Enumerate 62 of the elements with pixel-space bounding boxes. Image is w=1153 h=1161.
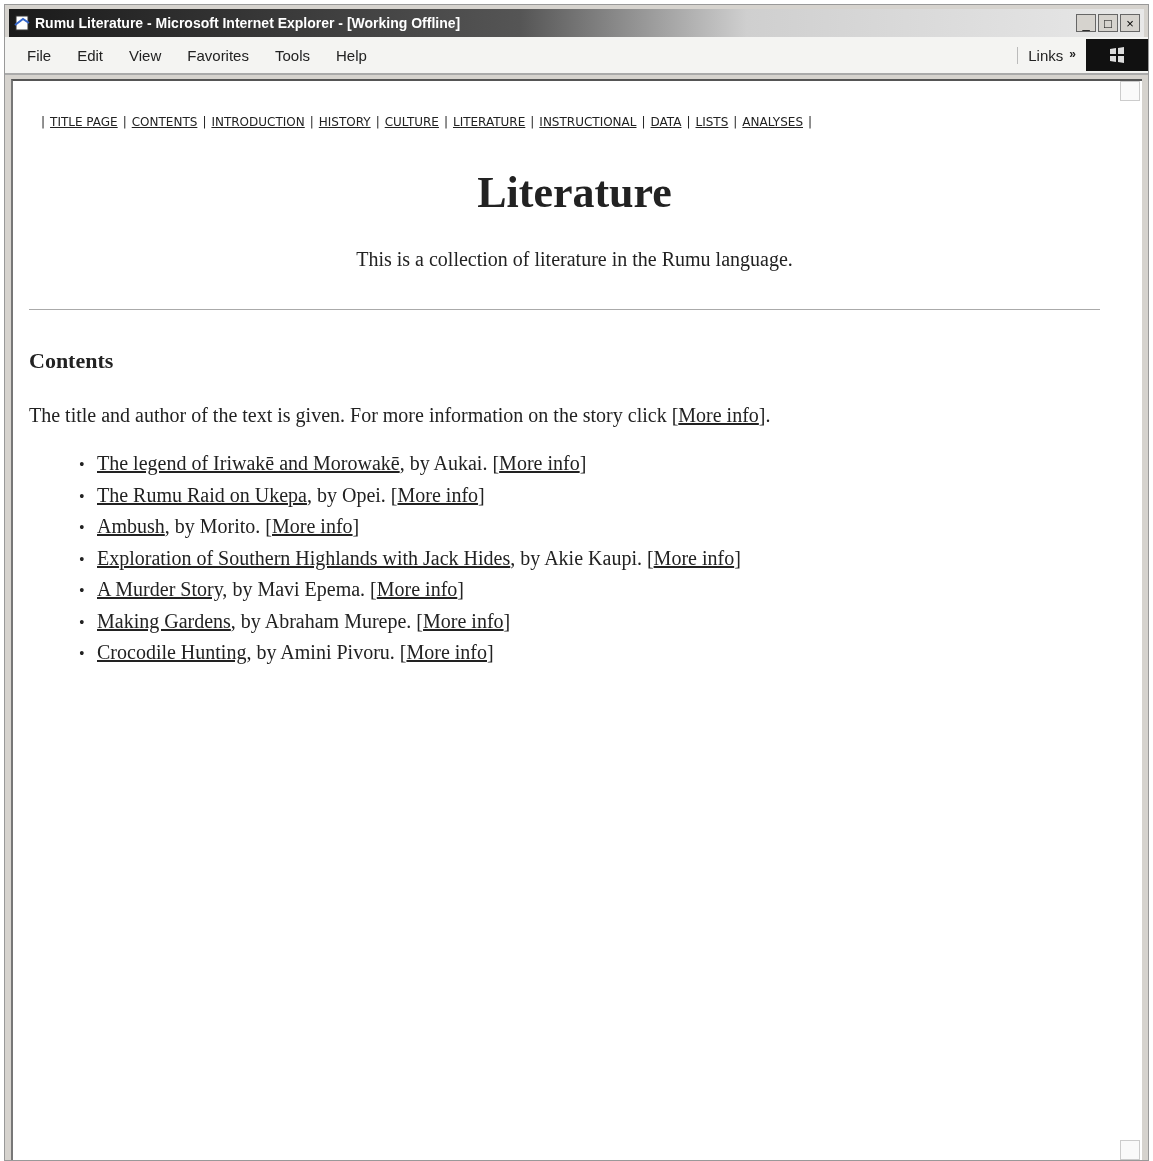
nav-link[interactable]: INTRODUCTION bbox=[211, 115, 305, 129]
separator: | bbox=[122, 115, 127, 129]
menu-item[interactable]: File bbox=[27, 46, 52, 64]
bullet: • bbox=[79, 645, 86, 663]
nav-link[interactable]: CONTENTS bbox=[131, 115, 198, 129]
story-link[interactable]: A Murder Story, bbox=[97, 578, 228, 600]
story-link[interactable]: Ambush bbox=[97, 515, 165, 537]
logo-icon bbox=[1086, 39, 1148, 71]
menu-item[interactable]: View bbox=[129, 46, 162, 64]
nav-link[interactable]: TITLE PAGE bbox=[50, 115, 118, 129]
story-item: Crocodile Hunting, by Amini Pivoru. [More info] bbox=[97, 640, 494, 664]
subtitle: This is a collection of literature in the Rumu language. bbox=[355, 248, 794, 271]
more-info-link[interactable]: More info bbox=[272, 515, 353, 537]
story-item: A Murder Story, by Mavi Epema. [More info] bbox=[97, 577, 464, 601]
intro-text: The title and author of the text is given. For more information on the story click [More info]. bbox=[29, 404, 772, 427]
bullet: • bbox=[79, 550, 86, 569]
menu-item[interactable]: Edit bbox=[77, 46, 104, 64]
story-item: The legend of Iriwakē and Morowakē, by Aukai. [More info] bbox=[97, 451, 587, 475]
more-info-link[interactable]: More info bbox=[423, 609, 504, 632]
separator: | bbox=[686, 115, 691, 129]
nav-link[interactable]: INSTRUCTIONAL bbox=[539, 115, 637, 129]
more-info-link[interactable]: More info bbox=[678, 404, 759, 426]
nav-link[interactable]: HISTORY bbox=[318, 115, 371, 129]
page-heading: Literature bbox=[476, 167, 673, 218]
story-link[interactable]: The legend of Iriwakē and Morowakē bbox=[97, 452, 400, 474]
story-item: Making Gardens, by Abraham Murepe. [More info] bbox=[97, 608, 511, 633]
story-item: The Rumu Raid on Ukepa, by Opei. [More info] bbox=[97, 482, 485, 507]
bullet: • bbox=[79, 456, 86, 474]
nav-link[interactable]: ANALYSES bbox=[742, 115, 803, 129]
separator: | bbox=[530, 115, 535, 129]
bullet: • bbox=[79, 613, 86, 632]
story-item: Ambush, by Morito. [More info] bbox=[97, 514, 360, 538]
nav-link[interactable]: LISTS bbox=[695, 115, 729, 129]
separator: | bbox=[641, 115, 646, 129]
story-item: Exploration of Southern Highlands with Jack Hides, by Akie Kaupi. [More info] bbox=[97, 545, 741, 570]
separator: | bbox=[733, 115, 738, 129]
nav-link[interactable]: CULTURE bbox=[384, 115, 439, 129]
page-icon bbox=[13, 14, 31, 32]
separator: | bbox=[41, 115, 46, 129]
separator: | bbox=[375, 115, 380, 129]
more-info-link[interactable]: More info bbox=[406, 641, 487, 663]
menu-item[interactable]: Help bbox=[336, 46, 367, 64]
nav-link[interactable]: DATA bbox=[650, 115, 682, 129]
separator: | bbox=[309, 115, 314, 129]
story-link[interactable]: The Rumu Raid on Ukepa bbox=[97, 483, 307, 506]
minimize-button[interactable]: _ bbox=[1076, 14, 1096, 32]
story-link[interactable]: Crocodile Hunting bbox=[97, 641, 247, 663]
story-link[interactable]: Making Gardens bbox=[97, 609, 231, 632]
window-title: Rumu Literature - Microsoft Internet Explorer - [Working Offline] bbox=[35, 15, 462, 31]
close-button[interactable]: × bbox=[1120, 14, 1140, 32]
section-heading: Contents bbox=[29, 348, 115, 374]
bullet: • bbox=[79, 487, 86, 506]
separator: | bbox=[443, 115, 448, 129]
menu-item[interactable]: Tools bbox=[274, 46, 310, 64]
separator: | bbox=[202, 115, 207, 129]
bullet: • bbox=[79, 519, 86, 537]
nav-link[interactable]: LITERATURE bbox=[453, 115, 526, 129]
more-info-link[interactable]: More info bbox=[499, 452, 580, 474]
bullet: • bbox=[79, 582, 86, 600]
maximize-button[interactable]: □ bbox=[1098, 14, 1118, 32]
menu-item[interactable]: Favorites bbox=[187, 46, 249, 64]
separator: | bbox=[808, 115, 813, 129]
